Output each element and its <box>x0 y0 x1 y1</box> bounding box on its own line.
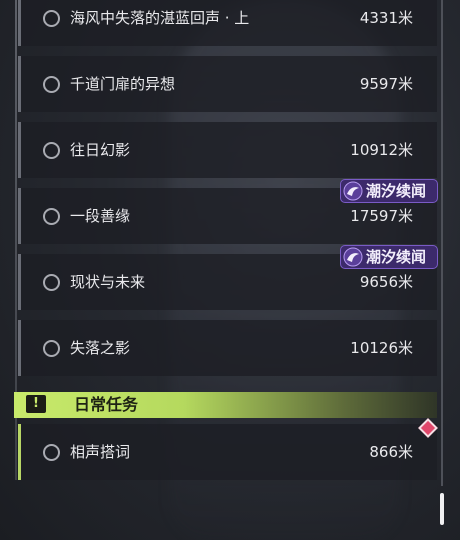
tag-label: 潮汐续闻 <box>366 248 427 266</box>
tide-story-tag: 潮汐续闻 <box>340 179 438 203</box>
quest-item[interactable]: 千道门扉的异想 9597米 <box>18 56 437 112</box>
quest-status-circle-icon <box>43 142 60 159</box>
quest-item[interactable]: 相声搭词 866米 <box>18 424 437 480</box>
quest-distance: 4331米 <box>359 9 413 27</box>
scrollbar-track[interactable] <box>441 0 443 486</box>
quest-status-circle-icon <box>43 76 60 93</box>
section-title: 日常任务 <box>74 395 139 414</box>
quest-name: 一段善缘 <box>70 207 131 225</box>
quest-distance: 10912米 <box>350 141 413 159</box>
daily-quests-header[interactable]: ! 日常任务 <box>14 392 437 418</box>
quest-item[interactable]: 往日幻影 10912米 <box>18 122 437 178</box>
quest-status-circle-icon <box>43 10 60 27</box>
quest-status-circle-icon <box>43 274 60 291</box>
tide-story-tag: 潮汐续闻 <box>340 245 438 269</box>
quest-item[interactable]: 海风中失落的湛蓝回声 · 上 4331米 <box>18 0 437 46</box>
quest-status-circle-icon <box>43 340 60 357</box>
quest-name: 往日幻影 <box>70 141 131 159</box>
exclamation-icon: ! <box>26 395 46 413</box>
quest-distance: 866米 <box>369 443 413 461</box>
tide-swirl-icon <box>343 181 363 201</box>
quest-status-circle-icon <box>43 208 60 225</box>
quest-name: 相声搭词 <box>70 443 131 461</box>
quest-name: 现状与未来 <box>70 273 146 291</box>
quest-distance: 10126米 <box>350 339 413 357</box>
quest-distance: 9597米 <box>359 75 413 93</box>
tide-swirl-icon <box>343 247 363 267</box>
quest-name: 千道门扉的异想 <box>70 75 176 93</box>
quest-status-circle-icon <box>43 444 60 461</box>
quest-name: 失落之影 <box>70 339 131 357</box>
quest-item[interactable]: 失落之影 10126米 <box>18 320 437 376</box>
tag-label: 潮汐续闻 <box>366 182 427 200</box>
scrollbar-thumb[interactable] <box>440 493 444 525</box>
quest-name: 海风中失落的湛蓝回声 · 上 <box>70 9 250 27</box>
